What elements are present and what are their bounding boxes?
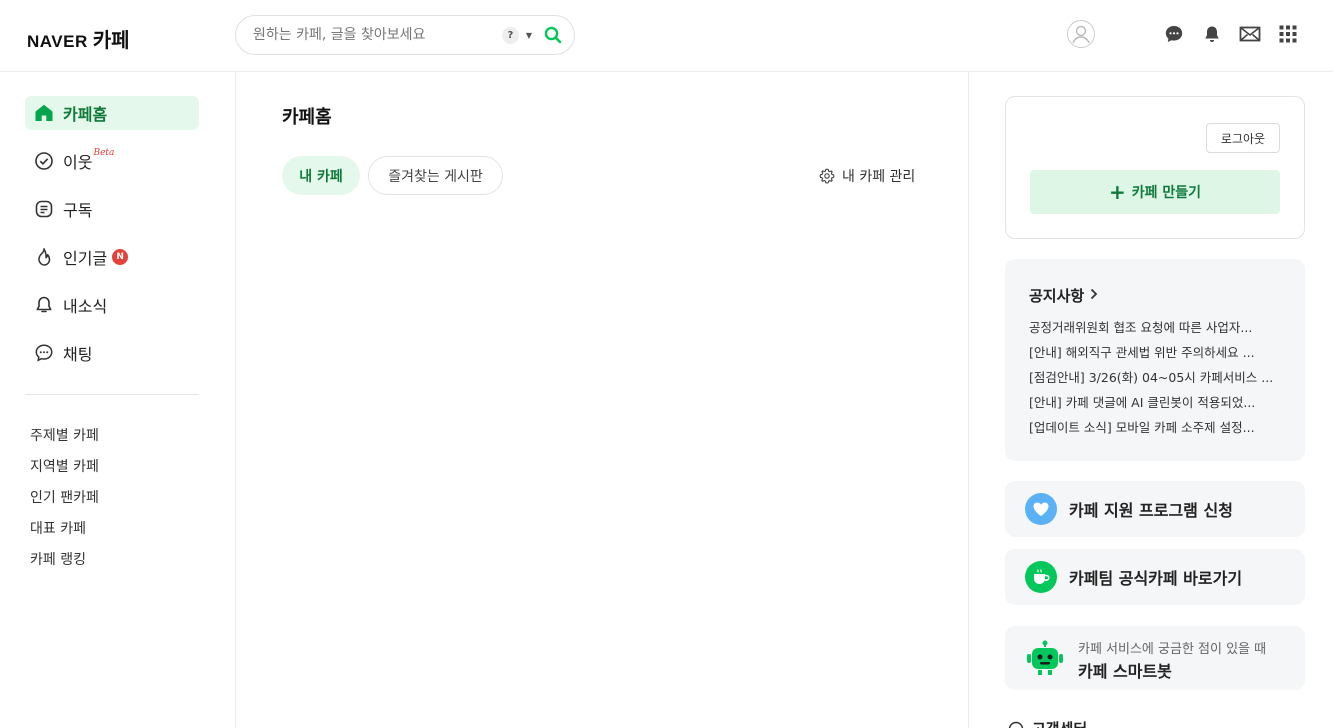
chat-button[interactable] — [1163, 23, 1185, 45]
search-bar: ? ▼ — [235, 15, 575, 55]
tab-favorite-boards[interactable]: 즐겨찾는 게시판 — [368, 156, 503, 195]
left-sidebar: 카페홈 이웃 Beta 구독 인기글 N 내소식 채팅 주제별 카페 지역별 카 — [0, 72, 236, 728]
notice-item[interactable]: [안내] 해외직구 관세법 위반 주의하세요 ... — [1029, 345, 1281, 370]
link-cafe-ranking[interactable]: 카페 랭킹 — [30, 549, 86, 569]
smart-bot-title: 카페 스마트봇 — [1078, 662, 1172, 681]
mail-button[interactable] — [1239, 23, 1261, 45]
account-box: 로그아웃 + 카페 만들기 — [1005, 96, 1305, 239]
flame-icon — [34, 247, 54, 267]
sidebar-item-label: 이웃 — [63, 153, 93, 172]
manage-my-cafe-button[interactable]: 내 카페 관리 — [819, 166, 915, 186]
logo-cafe-text: 카페 — [92, 28, 130, 52]
create-cafe-button[interactable]: + 카페 만들기 — [1030, 170, 1280, 214]
support-program-card[interactable]: 카페 지원 프로그램 신청 — [1005, 481, 1305, 537]
bell-icon — [1205, 26, 1219, 42]
customer-center-label: 고객센터 — [1032, 718, 1087, 728]
link-cafe-by-region[interactable]: 지역별 카페 — [30, 456, 99, 476]
sidebar-item-popular[interactable]: 인기글 N — [25, 240, 199, 274]
manage-label: 내 카페 관리 — [842, 169, 916, 185]
home-icon — [34, 103, 54, 123]
notice-title: 공지사항 — [1029, 287, 1085, 305]
notice-box: 공지사항 공정거래위원회 협조 요청에 따른 사업자... [안내] 해외직구 … — [1005, 259, 1305, 461]
create-cafe-label: 카페 만들기 — [1131, 185, 1202, 201]
beta-tag: Beta — [93, 148, 115, 158]
naver-cafe-logo[interactable]: NAVER 카페 — [27, 24, 130, 53]
sidebar-item-label: 구독 — [63, 201, 93, 220]
sidebar-item-cafe-home[interactable]: 카페홈 — [25, 96, 199, 130]
notice-item[interactable]: 공정거래위원회 협조 요청에 따른 사업자... — [1029, 320, 1281, 345]
notice-title-link[interactable]: 공지사항 — [1029, 285, 1098, 306]
new-badge: N — [112, 249, 129, 265]
search-input[interactable] — [253, 27, 502, 43]
sidebar-item-neighbors[interactable]: 이웃 Beta — [25, 144, 199, 178]
sidebar-item-my-news[interactable]: 내소식 — [25, 288, 199, 322]
search-icon — [544, 26, 562, 44]
search-options-caret-icon[interactable]: ▼ — [526, 31, 532, 40]
robot-icon — [1025, 640, 1065, 680]
smart-bot-card[interactable]: 카페 서비스에 궁금한 점이 있을 때 카페 스마트봇 — [1005, 626, 1305, 690]
link-featured-cafe[interactable]: 대표 카페 — [30, 518, 86, 538]
chat-icon — [34, 343, 54, 363]
link-popular-fan-cafe[interactable]: 인기 팬카페 — [30, 487, 99, 507]
notice-item[interactable]: [업데이트 소식] 모바일 카페 소주제 설정... — [1029, 420, 1281, 445]
official-cafe-card[interactable]: 카페팀 공식카페 바로가기 — [1005, 549, 1305, 605]
sidebar-item-label: 인기글 — [63, 249, 108, 268]
sidebar-item-subscribe[interactable]: 구독 — [25, 192, 199, 226]
smart-bot-subtitle: 카페 서비스에 궁금한 점이 있을 때 — [1078, 642, 1267, 657]
tab-my-cafe[interactable]: 내 카페 — [282, 156, 360, 195]
mail-icon — [1239, 26, 1261, 42]
top-header: NAVER 카페 ? ▼ — [0, 0, 1333, 72]
document-icon — [34, 199, 54, 219]
sidebar-divider — [25, 394, 199, 395]
sidebar-item-label: 카페홈 — [63, 105, 108, 124]
profile-avatar[interactable] — [1067, 20, 1095, 48]
sidebar-item-label: 내소식 — [63, 297, 108, 316]
notification-button[interactable] — [1201, 23, 1223, 45]
notice-list: 공정거래위원회 협조 요청에 따른 사업자... [안내] 해외직구 관세법 위… — [1029, 320, 1281, 445]
grid-icon — [1279, 25, 1297, 43]
logout-button[interactable]: 로그아웃 — [1206, 123, 1280, 153]
coffee-cup-icon — [1025, 561, 1057, 593]
notice-item[interactable]: [안내] 카페 댓글에 AI 클린봇이 적용되었... — [1029, 395, 1281, 420]
check-circle-icon — [34, 151, 54, 171]
chevron-right-icon — [1090, 288, 1098, 303]
plus-icon: + — [1108, 180, 1126, 204]
sidebar-item-label: 채팅 — [63, 345, 93, 364]
support-program-label: 카페 지원 프로그램 신청 — [1069, 501, 1233, 520]
link-cafe-by-topic[interactable]: 주제별 카페 — [30, 425, 99, 445]
official-cafe-label: 카페팀 공식카페 바로가기 — [1069, 569, 1243, 588]
main-divider — [968, 72, 969, 728]
logo-naver-text: NAVER — [27, 32, 88, 51]
user-icon — [1072, 25, 1090, 44]
gear-icon — [819, 168, 835, 184]
bell-outline-icon — [34, 295, 54, 315]
heart-icon — [1025, 493, 1057, 525]
apps-menu-button[interactable] — [1277, 23, 1299, 45]
help-circle-icon — [1008, 721, 1024, 728]
page-title: 카페홈 — [282, 107, 332, 128]
search-button[interactable] — [544, 26, 562, 44]
notice-item[interactable]: [점검안내] 3/26(화) 04~05시 카페서비스 ... — [1029, 370, 1281, 395]
header-actions — [1067, 20, 1299, 48]
sidebar-item-chat[interactable]: 채팅 — [25, 336, 199, 370]
search-help-icon[interactable]: ? — [501, 26, 519, 44]
customer-center-link[interactable]: 고객센터 — [1008, 718, 1087, 728]
chat-bubble-icon — [1165, 26, 1183, 42]
